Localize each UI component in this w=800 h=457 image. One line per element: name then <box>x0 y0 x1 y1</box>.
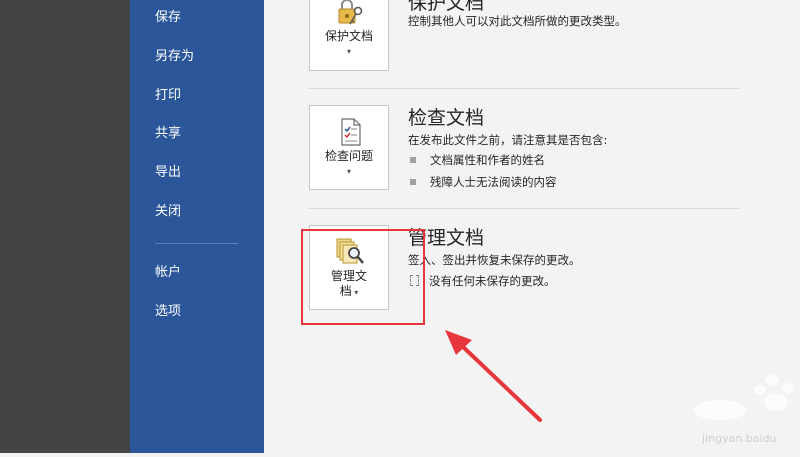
protect-document-label: 保护文档 <box>324 29 373 43</box>
nav-divider <box>155 243 238 244</box>
bullet-icon <box>410 156 416 163</box>
nav-item-options[interactable]: 选项 <box>155 302 181 322</box>
protect-document-button[interactable]: 保护文档 ▾ <box>309 0 389 71</box>
inspect-document-description: 在发布此文件之前，请注意其是否包含: <box>408 133 608 147</box>
lock-key-icon <box>338 0 363 25</box>
nav-item-print[interactable]: 打印 <box>155 86 181 106</box>
protect-document-description: 控制其他人可以对此文档所做的更改类型。 <box>408 14 627 28</box>
nav-item-account[interactable]: 帐户 <box>155 263 181 283</box>
bullet-icon <box>410 178 416 185</box>
list-item: 文档属性和作者的姓名 <box>410 152 545 168</box>
annotation-arrow-icon <box>445 330 542 422</box>
chevron-down-icon: ▾ <box>346 167 351 176</box>
nav-item-save-as[interactable]: 另存为 <box>155 47 194 67</box>
check-issues-button[interactable]: 检查问题 ▾ <box>309 105 389 190</box>
section-divider <box>309 208 739 209</box>
manage-document-description: 签入、签出并恢复未保存的更改。 <box>408 253 581 267</box>
list-item: 没有任何未保存的更改。 <box>410 273 556 289</box>
chevron-down-icon: ▾ <box>346 47 351 56</box>
backstage-sidebar: 保存 另存为 打印 共享 导出 关闭 帐户 选项 <box>130 0 264 453</box>
list-item: 残障人士无法阅读的内容 <box>410 174 557 190</box>
background-window <box>0 0 130 453</box>
nav-item-close[interactable]: 关闭 <box>155 202 181 222</box>
nav-item-export[interactable]: 导出 <box>155 163 181 183</box>
inspect-document-title: 检查文档 <box>408 107 485 129</box>
highlight-box <box>301 229 425 325</box>
document-checklist-icon <box>341 118 361 146</box>
nav-item-save[interactable]: 保存 <box>155 8 181 28</box>
watermark: jingyan.baidu <box>680 370 800 453</box>
section-divider <box>309 88 739 89</box>
check-issues-label: 检查问题 <box>324 149 373 163</box>
nav-item-share[interactable]: 共享 <box>155 124 181 144</box>
watermark-text: jingyan.baidu <box>702 432 777 445</box>
